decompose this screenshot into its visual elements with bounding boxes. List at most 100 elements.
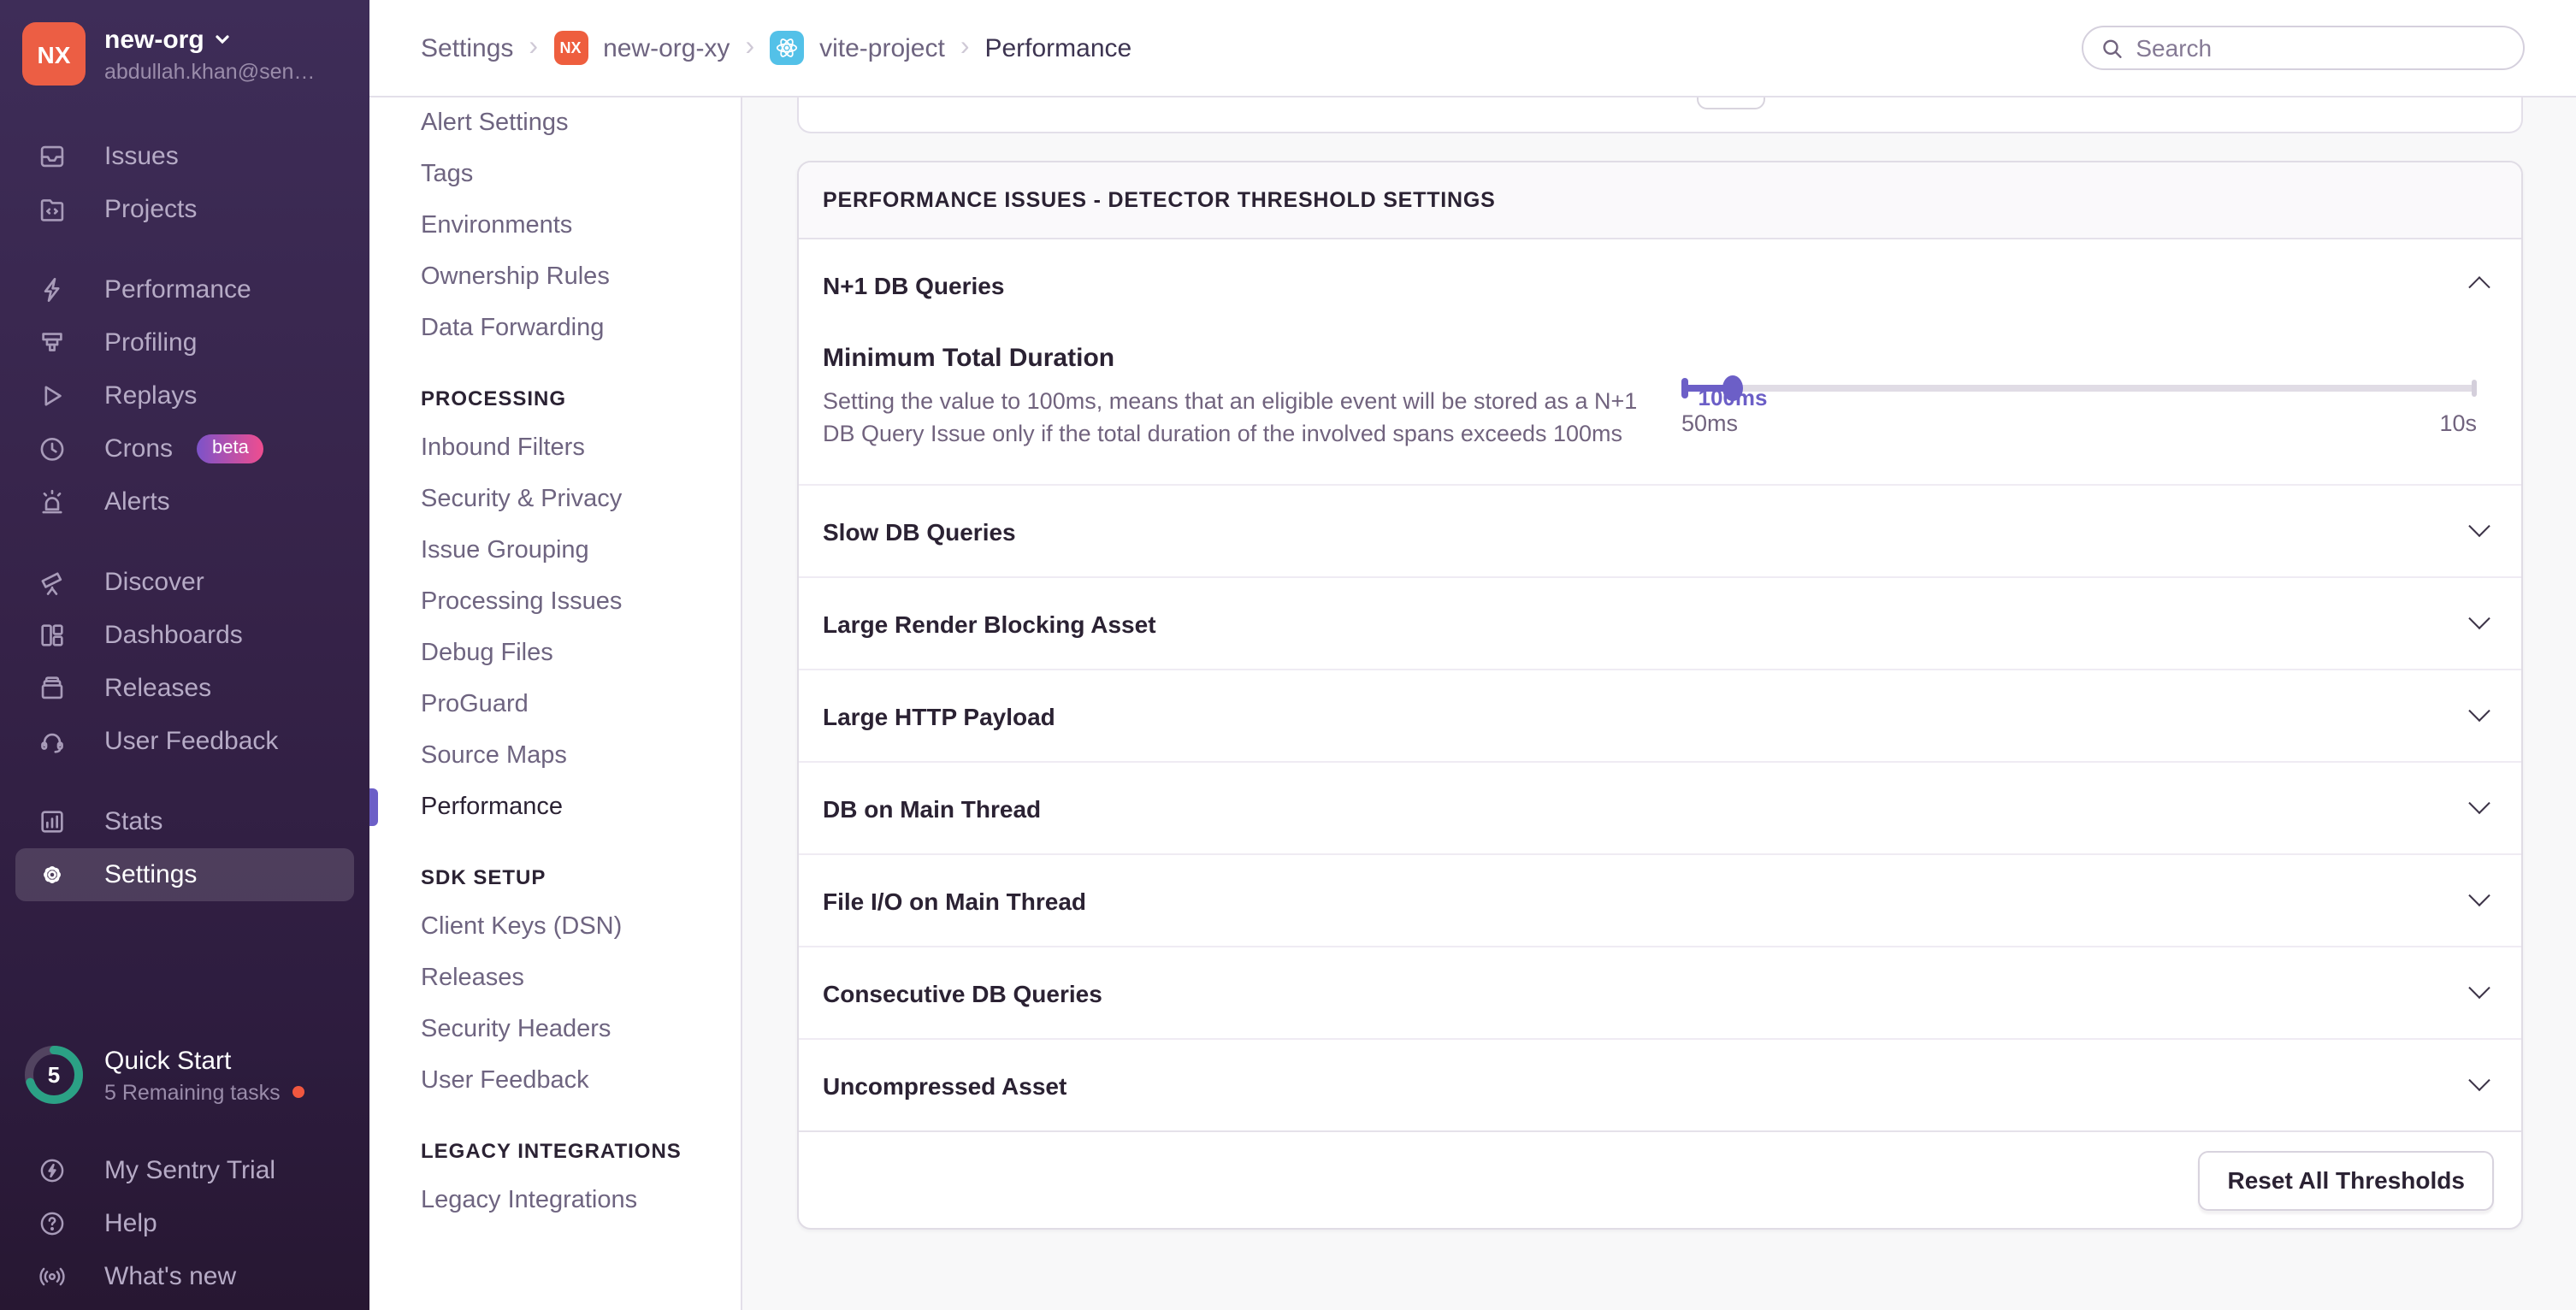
breadcrumb-org[interactable]: new-org-xy xyxy=(603,33,730,62)
panel-footer: Reset All Thresholds xyxy=(799,1130,2521,1228)
sidebar-item-performance[interactable]: Performance xyxy=(0,263,369,316)
breadcrumb-separator: › xyxy=(960,32,970,63)
breadcrumb-settings[interactable]: Settings xyxy=(421,33,513,62)
settings-nav-item-issue-grouping[interactable]: Issue Grouping xyxy=(369,525,741,576)
sidebar-item-discover[interactable]: Discover xyxy=(0,556,369,609)
settings-nav-header-legacy-integrations: LEGACY INTEGRATIONS xyxy=(369,1127,741,1175)
sidebar-item-alerts[interactable]: Alerts xyxy=(0,475,369,528)
beta-badge: beta xyxy=(197,434,264,463)
sidebar-item-label: Issues xyxy=(104,142,179,171)
issues-icon xyxy=(38,142,67,171)
whats-new-icon xyxy=(38,1262,67,1291)
settings-nav-item-security-headers[interactable]: Security Headers xyxy=(369,1004,741,1055)
crons-icon xyxy=(38,434,67,463)
accordion-db-on-main-thread[interactable]: DB on Main Thread xyxy=(799,761,2521,853)
reset-all-thresholds-button[interactable]: Reset All Thresholds xyxy=(2199,1150,2495,1210)
accordion-label: DB on Main Thread xyxy=(823,794,1041,822)
quick-start-panel[interactable]: 5 Quick Start 5 Remaining tasks xyxy=(0,1043,369,1106)
sidebar-item-releases[interactable]: Releases xyxy=(0,662,369,715)
react-icon xyxy=(770,31,804,65)
sidebar-item-replays[interactable]: Replays xyxy=(0,369,369,422)
sidebar-item-label: Discover xyxy=(104,568,204,597)
sidebar-item-label: Help xyxy=(104,1209,157,1238)
sidebar-item-stats[interactable]: Stats xyxy=(0,795,369,848)
sidebar-item-user-feedback[interactable]: User Feedback xyxy=(0,715,369,768)
settings-nav-item-alert-settings[interactable]: Alert Settings xyxy=(369,97,741,149)
accordion-label: Large Render Blocking Asset xyxy=(823,610,1156,637)
settings-nav-item-performance[interactable]: Performance xyxy=(369,782,741,833)
sidebar-item-label: What's new xyxy=(104,1262,236,1291)
settings-nav-item-source-maps[interactable]: Source Maps xyxy=(369,730,741,782)
accordion-label: Large HTTP Payload xyxy=(823,702,1055,729)
releases-icon xyxy=(38,674,67,703)
settings-nav-item-proguard[interactable]: ProGuard xyxy=(369,679,741,730)
sidebar-item-label: Replays xyxy=(104,381,197,410)
org-switcher[interactable]: NX new-org abdullah.khan@sen… xyxy=(0,0,369,103)
alerts-icon xyxy=(38,487,67,516)
org-avatar: NX xyxy=(22,22,86,86)
breadcrumb-project[interactable]: vite-project xyxy=(819,33,945,62)
sidebar-item-projects[interactable]: Projects xyxy=(0,183,369,236)
slider-thumb[interactable] xyxy=(1722,375,1743,401)
search-input[interactable] xyxy=(2136,34,2506,62)
projects-icon xyxy=(38,195,67,224)
sidebar-item-settings[interactable]: Settings xyxy=(15,848,354,901)
help-icon xyxy=(38,1209,67,1238)
chevron-down-icon xyxy=(2468,1070,2490,1091)
slider-max-label: 10s xyxy=(2439,410,2477,436)
user-feedback-icon xyxy=(38,727,67,756)
org-badge: NX xyxy=(553,31,588,65)
settings-nav: Alert Settings Tags Environments Ownersh… xyxy=(369,97,742,1310)
chevron-down-icon xyxy=(2468,977,2490,999)
accordion-file-io-on-main-thread[interactable]: File I/O on Main Thread xyxy=(799,853,2521,946)
settings-nav-item-tags[interactable]: Tags xyxy=(369,149,741,200)
sidebar-item-whats-new[interactable]: What's new xyxy=(0,1250,369,1303)
replays-icon xyxy=(38,381,67,410)
stats-icon xyxy=(38,807,67,836)
settings-nav-item-debug-files[interactable]: Debug Files xyxy=(369,628,741,679)
chevron-down-icon xyxy=(2468,793,2490,814)
slider-track[interactable] xyxy=(1681,385,2477,392)
settings-nav-item-processing-issues[interactable]: Processing Issues xyxy=(369,576,741,628)
sidebar-item-my-sentry-trial[interactable]: My Sentry Trial xyxy=(0,1144,369,1197)
accordion-label: Slow DB Queries xyxy=(823,517,1016,545)
settings-nav-item-security-privacy[interactable]: Security & Privacy xyxy=(369,474,741,525)
settings-nav-item-user-feedback[interactable]: User Feedback xyxy=(369,1055,741,1106)
chevron-up-icon xyxy=(2468,276,2490,298)
primary-nav: Issues Projects Performance Profiling Re… xyxy=(0,130,369,901)
sidebar-item-dashboards[interactable]: Dashboards xyxy=(0,609,369,662)
accordion-slow-db-queries[interactable]: Slow DB Queries xyxy=(799,484,2521,576)
settings-nav-item-ownership-rules[interactable]: Ownership Rules xyxy=(369,251,741,303)
panel-title: PERFORMANCE ISSUES - DETECTOR THRESHOLD … xyxy=(799,162,2521,239)
breadcrumb: Settings › NX new-org-xy › vite-project … xyxy=(421,31,1131,65)
accordion-large-render-blocking-asset[interactable]: Large Render Blocking Asset xyxy=(799,576,2521,669)
progress-ring: 5 xyxy=(22,1043,86,1106)
accordion-large-http-payload[interactable]: Large HTTP Payload xyxy=(799,669,2521,761)
discover-icon xyxy=(38,568,67,597)
breadcrumb-separator: › xyxy=(745,32,754,63)
settings-nav-item-environments[interactable]: Environments xyxy=(369,200,741,251)
sidebar-item-crons[interactable]: Crons beta xyxy=(0,422,369,475)
setting-name: Minimum Total Duration xyxy=(823,344,1647,373)
settings-nav-item-data-forwarding[interactable]: Data Forwarding xyxy=(369,303,741,354)
sidebar-item-label: Profiling xyxy=(104,328,197,357)
settings-icon xyxy=(38,860,67,889)
sidebar-item-issues[interactable]: Issues xyxy=(0,130,369,183)
sidebar-item-label: My Sentry Trial xyxy=(104,1156,275,1185)
sentry-app: NX new-org abdullah.khan@sen… Issues Pro… xyxy=(0,0,2576,1310)
settings-nav-item-client-keys[interactable]: Client Keys (DSN) xyxy=(369,901,741,953)
sidebar-item-label: Dashboards xyxy=(104,621,243,650)
settings-nav-item-legacy-integrations[interactable]: Legacy Integrations xyxy=(369,1175,741,1226)
top-bar: Settings › NX new-org-xy › vite-project … xyxy=(369,0,2576,97)
accordion-consecutive-db-queries[interactable]: Consecutive DB Queries xyxy=(799,946,2521,1038)
sidebar-item-profiling[interactable]: Profiling xyxy=(0,316,369,369)
trial-icon xyxy=(38,1156,67,1185)
sidebar-item-help[interactable]: Help xyxy=(0,1197,369,1250)
accordion-n-plus-one-db-queries[interactable]: N+1 DB Queries xyxy=(799,239,2521,330)
org-email: abdullah.khan@sen… xyxy=(104,59,315,83)
settings-nav-item-inbound-filters[interactable]: Inbound Filters xyxy=(369,422,741,474)
accordion-uncompressed-asset[interactable]: Uncompressed Asset xyxy=(799,1038,2521,1130)
slider-end-cap xyxy=(2472,380,2477,397)
scrolled-card-partial xyxy=(797,97,2523,133)
settings-nav-item-releases[interactable]: Releases xyxy=(369,953,741,1004)
